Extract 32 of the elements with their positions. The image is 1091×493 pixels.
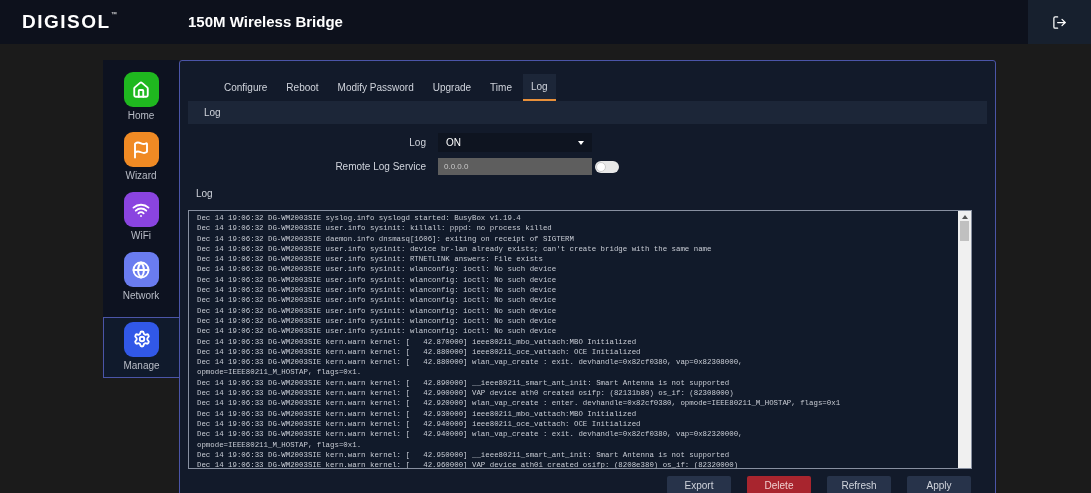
logout-icon <box>1052 14 1067 30</box>
scrollbar-thumb[interactable] <box>960 221 969 241</box>
log-label: Log <box>408 136 427 150</box>
tab[interactable]: Reboot <box>278 74 327 101</box>
section-title: Log <box>204 106 221 120</box>
action-button[interactable]: Export <box>667 476 731 493</box>
action-button[interactable]: Apply <box>907 476 971 493</box>
caret-icon <box>578 140 584 145</box>
log-textarea[interactable] <box>188 210 972 469</box>
log-title: Log <box>196 187 214 201</box>
sidebar-item[interactable]: WiFi <box>103 192 179 253</box>
tab[interactable]: Upgrade <box>424 74 480 101</box>
sidebar-item[interactable]: Home <box>103 72 179 133</box>
flag-icon <box>132 140 150 159</box>
header-title: 150M Wireless Bridge <box>188 11 343 32</box>
tab[interactable]: Configure <box>216 74 276 101</box>
tab[interactable]: Log <box>522 74 556 101</box>
tab[interactable]: Time <box>482 74 520 101</box>
tab[interactable]: Modify Password <box>329 74 422 101</box>
sidebar-item[interactable]: Wizard <box>103 132 179 193</box>
remote-log-label: Remote Log Service <box>334 160 427 174</box>
sidebar-item[interactable]: Manage <box>103 316 179 378</box>
logout-button[interactable] <box>1028 0 1091 44</box>
globe-icon <box>132 260 150 279</box>
home-icon <box>132 80 150 99</box>
logo: DIGISOL <box>22 9 111 34</box>
action-button[interactable]: Delete <box>747 476 811 493</box>
scroll-up-icon <box>961 215 968 219</box>
log-select[interactable]: ON <box>438 133 592 152</box>
gear-icon <box>132 330 151 349</box>
sidebar-item[interactable]: Network <box>103 252 179 313</box>
action-button[interactable]: Refresh <box>827 476 891 493</box>
